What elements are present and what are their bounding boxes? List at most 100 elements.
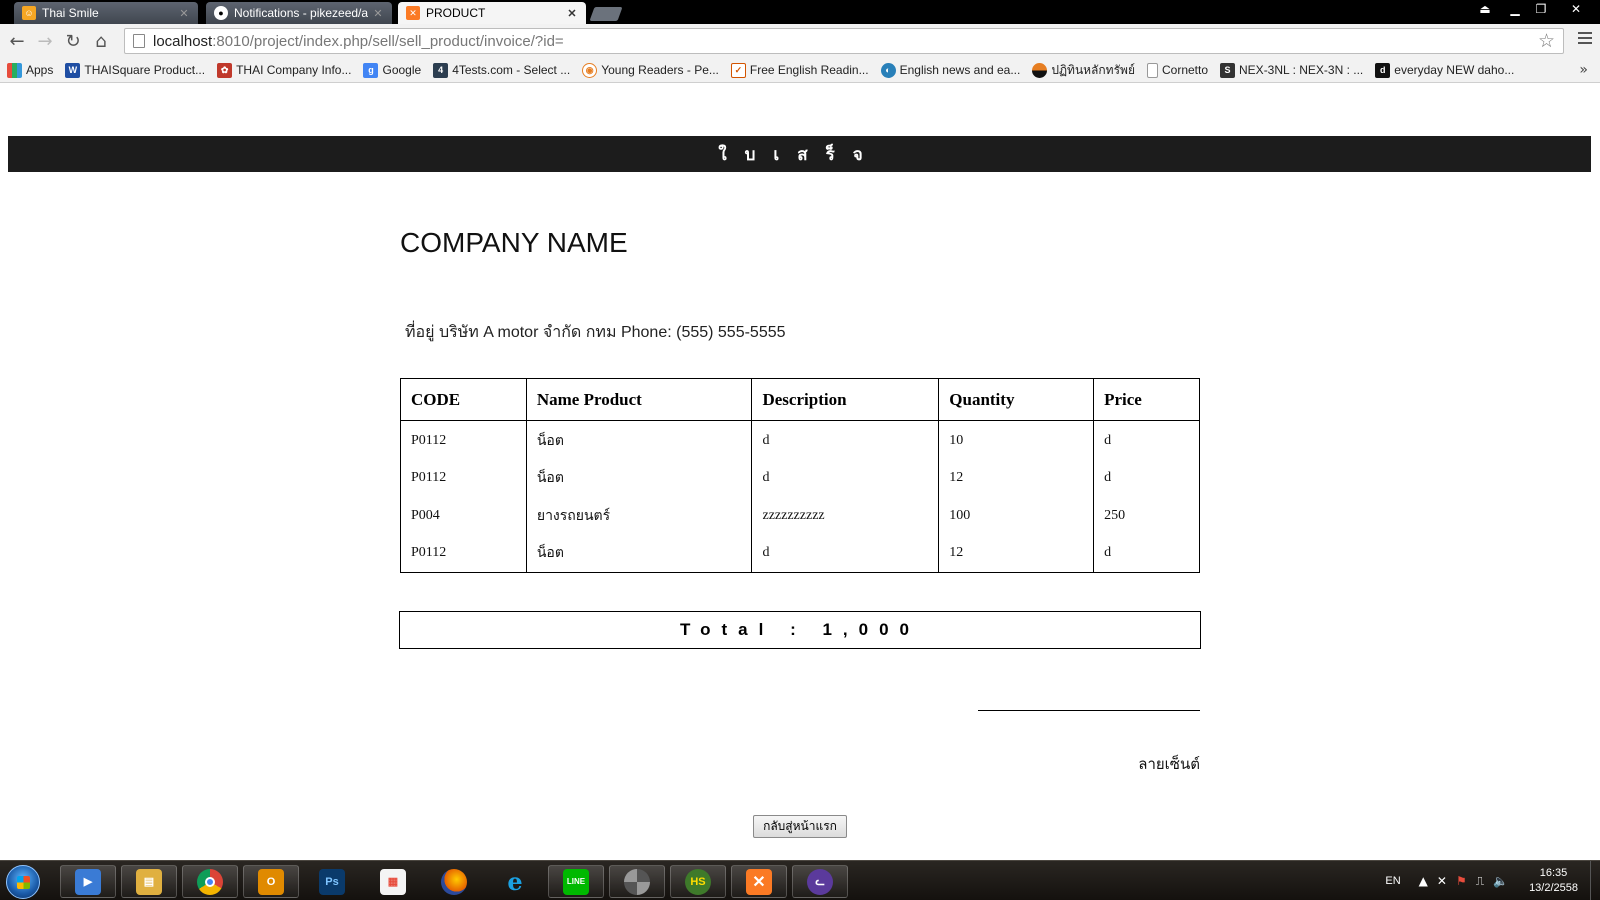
hs-app-icon: HS (685, 868, 711, 895)
invoice-table: CODE Name Product Description Quantity P… (400, 378, 1200, 573)
close-tab-icon[interactable]: ✕ (372, 7, 384, 20)
taskbar-line[interactable]: LINE (548, 865, 604, 898)
outlook-icon: O (258, 868, 284, 895)
taskbar-hs-app[interactable]: HS (670, 865, 726, 898)
show-hidden-icons-icon[interactable]: ▲ (1419, 874, 1428, 888)
taskbar-firefox[interactable] (426, 865, 482, 898)
bookmark-label: everyday NEW daho... (1394, 63, 1515, 77)
bookmark-label: NEX-3NL : NEX-3N : ... (1239, 63, 1364, 77)
bookmark-young-readers[interactable]: ◉ Young Readers - Pe... (582, 62, 719, 78)
chrome-menu-icon[interactable] (1578, 32, 1592, 47)
tab-title: Thai Smile (42, 6, 99, 20)
tab-product[interactable]: ✕ PRODUCT ✕ (398, 2, 586, 24)
bookmark-google[interactable]: g Google (363, 62, 422, 78)
taskbar-apps-grid[interactable]: ▦ (365, 865, 421, 898)
tab-thai-smile[interactable]: ☺ Thai Smile ✕ (14, 2, 198, 24)
taskbar-file-explorer[interactable]: ▤ (121, 865, 177, 898)
bookmark-4tests[interactable]: 4 4Tests.com - Select ... (433, 62, 571, 78)
start-button[interactable] (6, 865, 40, 899)
bookmark-star-icon[interactable]: ☆ (1538, 30, 1555, 52)
volume-icon[interactable]: 🔈 (1493, 874, 1508, 888)
clock[interactable]: 16:35 13/2/2558 (1529, 866, 1578, 896)
taskbar-cat-app[interactable]: ᓚ (792, 865, 848, 898)
company-name: COMPANY NAME (400, 227, 628, 258)
cell-code: P0112 (411, 545, 447, 561)
forward-arrow-icon[interactable]: → (32, 28, 58, 54)
cell-description: d (751, 534, 939, 573)
column-header-description: Description (751, 378, 939, 421)
bookmark-cornetto[interactable]: Cornetto (1146, 62, 1209, 78)
bookmark-free-english[interactable]: ✓ Free English Readin... (730, 62, 869, 78)
file-explorer-icon: ▤ (136, 868, 162, 895)
cell-description: d (751, 420, 939, 459)
close-tab-icon[interactable]: ✕ (178, 7, 190, 20)
apps-grid-icon: ▦ (380, 868, 406, 895)
bookmark-thaisquare[interactable]: W THAISquare Product... (65, 62, 205, 78)
chrome-icon (197, 868, 223, 895)
restore-window-button[interactable]: ❐ (1528, 0, 1554, 18)
google-icon: g (363, 62, 379, 78)
taskbar-photoshop[interactable]: Ps (304, 865, 360, 898)
flag-icon[interactable]: ⚑ (1456, 874, 1467, 888)
young-readers-icon: ◉ (582, 62, 598, 78)
cell-price: 250 (1093, 496, 1200, 535)
taskbar-chrome[interactable] (182, 865, 238, 898)
taskbar-internet-explorer[interactable]: e (487, 865, 543, 898)
taskbar-outlook[interactable]: O (243, 865, 299, 898)
cell-quantity: 12 (938, 458, 1094, 497)
address-bar[interactable]: localhost:8010/project/index.php/sell/se… (124, 28, 1564, 54)
bookmark-label: Free English Readin... (749, 63, 869, 77)
clock-date: 13/2/2558 (1529, 882, 1578, 894)
bookmark-label: English news and ea... (899, 63, 1021, 77)
calendar-site-icon (1032, 62, 1048, 78)
bookmark-label: Young Readers - Pe... (601, 63, 719, 77)
media-player-icon: ▶ (75, 868, 101, 895)
nex-icon: S (1220, 62, 1236, 78)
bookmark-label: Google (382, 63, 422, 77)
bookmark-label: Cornetto (1161, 63, 1209, 77)
bookmark-nex[interactable]: S NEX-3NL : NEX-3N : ... (1220, 62, 1364, 78)
language-indicator[interactable]: EN (1385, 875, 1400, 887)
bookmark-apps[interactable]: Apps (7, 62, 54, 78)
network-icon[interactable]: ⎍ (1476, 874, 1484, 889)
bookmark-label: 4Tests.com - Select ... (452, 63, 571, 77)
cell-name: ยางรถยนตร์ (525, 496, 752, 535)
minimize-window-button[interactable]: ▁ (1502, 0, 1528, 18)
taskbar-media-player[interactable]: ▶ (60, 865, 116, 898)
taskbar-disc-app[interactable] (609, 865, 665, 898)
disc-app-icon (624, 868, 650, 895)
back-to-home-button[interactable]: กลับสู่หน้าแรก (753, 815, 847, 838)
bookmark-english-news[interactable]: ◐ English news and ea... (880, 62, 1021, 78)
close-tab-icon[interactable]: ✕ (566, 7, 578, 20)
tray-app-icon[interactable]: ✕ (1437, 874, 1447, 888)
reload-icon[interactable]: ↻ (60, 28, 86, 54)
bookmark-thai-company[interactable]: ✿ THAI Company Info... (217, 62, 351, 78)
back-arrow-icon[interactable]: ← (4, 28, 30, 54)
table-header-row: CODE Name Product Description Quantity P… (400, 378, 1200, 421)
dahong-icon: d (1375, 62, 1391, 78)
new-tab-button[interactable] (589, 7, 623, 21)
bookmark-calendar[interactable]: ปฏิทินหลักทรัพย์ (1032, 61, 1135, 80)
invoice-page: ใบเสร็จ COMPANY NAME ที่อยู่ บริษัท A mo… (0, 84, 1600, 860)
bookmarks-bar: Apps W THAISquare Product... ✿ THAI Comp… (0, 58, 1600, 83)
close-window-button[interactable]: ✕ (1560, 0, 1592, 18)
user-profile-icon[interactable]: ⏏ (1472, 0, 1498, 18)
bookmark-label: ปฏิทินหลักทรัพย์ (1051, 62, 1135, 77)
home-icon[interactable]: ⌂ (88, 28, 114, 54)
cell-price: d (1093, 458, 1200, 497)
receipt-banner: ใบเสร็จ (8, 136, 1591, 172)
company-address: ที่อยู่ บริษัท A motor จำกัด กทม Phone: … (405, 324, 786, 341)
tab-notifications[interactable]: ● Notifications - pikezeed/al ✕ (206, 2, 392, 24)
bookmark-dahong[interactable]: d everyday NEW daho... (1375, 62, 1515, 78)
cell-name: น็อต (525, 534, 752, 573)
show-desktop-button[interactable] (1590, 861, 1600, 900)
xampp-icon: ✕ (746, 868, 772, 895)
chevron-right-icon[interactable]: » (1579, 62, 1588, 78)
browser-tab-strip: ☺ Thai Smile ✕ ● Notifications - pikezee… (0, 0, 1600, 24)
photoshop-icon: Ps (319, 868, 345, 895)
bookmark-label: Apps (26, 63, 54, 77)
url-text[interactable]: localhost:8010/project/index.php/sell/se… (153, 33, 564, 50)
taskbar-xampp[interactable]: ✕ (731, 865, 787, 898)
signature-line (978, 710, 1200, 711)
cell-description: zzzzzzzzzz (751, 496, 939, 535)
